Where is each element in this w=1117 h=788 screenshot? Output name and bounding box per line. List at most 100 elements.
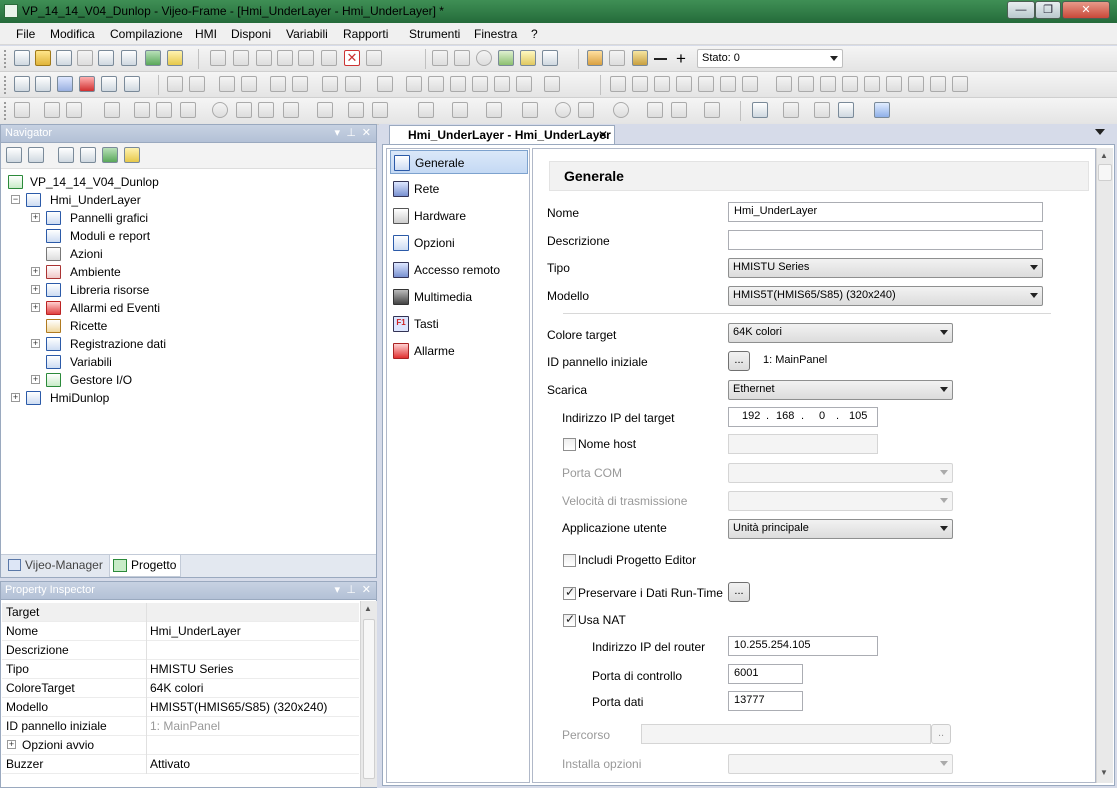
installa-dropdown[interactable] xyxy=(728,754,953,774)
inspector-row[interactable]: Nome Hmi_UnderLayer xyxy=(2,622,359,641)
copy-icon[interactable] xyxy=(277,50,293,66)
scroll-down-icon[interactable]: ▼ xyxy=(1100,768,1108,777)
scroll-up-icon[interactable]: ▲ xyxy=(364,604,372,613)
collapse-icon[interactable]: − xyxy=(11,195,20,204)
inspector-row[interactable]: Tipo HMISTU Series xyxy=(2,660,359,679)
align-icon[interactable] xyxy=(377,76,393,92)
size-width-icon[interactable] xyxy=(610,76,626,92)
menu-hmi[interactable]: HMI xyxy=(195,27,217,41)
maximize-button[interactable]: ❐ xyxy=(1035,1,1061,19)
ip-target-input[interactable]: 192 . 168 . 0 . 105 xyxy=(728,407,878,427)
order9-icon[interactable] xyxy=(952,76,968,92)
alarm-display-icon[interactable] xyxy=(671,102,687,118)
scroll-thumb[interactable] xyxy=(363,619,375,779)
forward-arrow-icon[interactable] xyxy=(454,50,470,66)
menu-strumenti[interactable]: Strumenti xyxy=(409,27,460,41)
form-scrollbar[interactable]: ▲ ▼ xyxy=(1096,148,1113,783)
round-icon[interactable] xyxy=(613,102,629,118)
send-back-icon[interactable] xyxy=(189,76,205,92)
center-h-icon[interactable] xyxy=(720,76,736,92)
idpannello-browse-button[interactable]: ... xyxy=(728,351,750,371)
category-tasti[interactable]: F1 Tasti xyxy=(390,312,528,336)
portacom-dropdown[interactable] xyxy=(728,463,953,483)
property-value[interactable]: 1: MainPanel xyxy=(150,717,220,735)
toolbar-grip[interactable] xyxy=(4,102,8,120)
expand-icon[interactable]: + xyxy=(31,213,40,222)
expand-icon[interactable]: + xyxy=(31,375,40,384)
category-generale[interactable]: Generale xyxy=(390,150,528,174)
arc-icon[interactable] xyxy=(236,102,252,118)
lock-icon[interactable] xyxy=(632,50,648,66)
menu-variabili[interactable]: Variabili xyxy=(286,27,328,41)
panel-close-icon[interactable]: ✕ xyxy=(362,126,371,139)
group-icon[interactable] xyxy=(219,76,235,92)
order4-icon[interactable] xyxy=(842,76,858,92)
refresh-icon[interactable] xyxy=(498,50,514,66)
align-right-icon[interactable] xyxy=(450,76,466,92)
undo-icon[interactable] xyxy=(210,50,226,66)
grid-toggle-icon[interactable] xyxy=(874,102,890,118)
align-center-icon[interactable] xyxy=(428,76,444,92)
cut-icon[interactable] xyxy=(256,50,272,66)
property-value[interactable]: Hmi_UnderLayer xyxy=(150,622,241,640)
delete-icon[interactable]: ✕ xyxy=(344,50,360,66)
display-icon[interactable] xyxy=(101,76,117,92)
menu-disponi[interactable]: Disponi xyxy=(231,27,271,41)
scarica-dropdown[interactable]: Ethernet xyxy=(728,380,953,400)
bring-front-icon[interactable] xyxy=(167,76,183,92)
scroll-up-icon[interactable]: ▲ xyxy=(1100,151,1108,160)
align-left-icon[interactable] xyxy=(406,76,422,92)
expand-icon[interactable]: + xyxy=(31,339,40,348)
nav-compile-icon[interactable] xyxy=(80,147,96,163)
menu-compilazione[interactable]: Compilazione xyxy=(110,27,183,41)
print-icon[interactable] xyxy=(77,50,93,66)
freeform-icon[interactable] xyxy=(156,102,172,118)
property-value[interactable]: HMIS5T(HMIS65/S85) (320x240) xyxy=(150,698,327,716)
dati-input[interactable]: 13777 xyxy=(728,691,803,711)
space-v-icon[interactable] xyxy=(698,76,714,92)
page-icon[interactable] xyxy=(542,50,558,66)
panel-menu-icon[interactable]: ▾ xyxy=(334,126,340,139)
preservare-settings-button[interactable]: ... xyxy=(728,582,750,602)
menu-modifica[interactable]: Modifica xyxy=(50,27,95,41)
expand-icon[interactable]: + xyxy=(7,740,16,749)
order8-icon[interactable] xyxy=(930,76,946,92)
open-folder-icon[interactable] xyxy=(35,50,51,66)
menu-finestra[interactable]: Finestra xyxy=(474,27,517,41)
order7-icon[interactable] xyxy=(908,76,924,92)
snap-icon[interactable] xyxy=(322,76,338,92)
find-icon[interactable] xyxy=(366,50,382,66)
expand-icon[interactable]: + xyxy=(11,393,20,402)
rotate-icon[interactable] xyxy=(292,76,308,92)
inspector-row[interactable]: ID pannello iniziale 1: MainPanel xyxy=(2,717,359,736)
zoom-icon[interactable] xyxy=(57,76,73,92)
nomehost-input[interactable] xyxy=(728,434,878,454)
preservare-checkbox[interactable] xyxy=(563,585,576,600)
inspector-row[interactable]: Descrizione xyxy=(2,641,359,660)
search-object-icon[interactable] xyxy=(783,102,799,118)
order3-icon[interactable] xyxy=(820,76,836,92)
category-accesso-remoto[interactable]: Accesso remoto xyxy=(390,258,528,282)
tipo-dropdown[interactable]: HMISTU Series xyxy=(728,258,1043,278)
expand-icon[interactable]: + xyxy=(31,303,40,312)
align-middle-icon[interactable] xyxy=(494,76,510,92)
nome-input[interactable]: Hmi_UnderLayer xyxy=(728,202,1043,222)
tab-progetto[interactable]: Progetto xyxy=(109,555,181,577)
applicazione-dropdown[interactable]: Unità principale xyxy=(728,519,953,539)
minimize-button[interactable]: — xyxy=(1007,1,1035,19)
inspector-scrollbar[interactable]: ▲ xyxy=(360,601,377,787)
modello-dropdown[interactable]: HMIS5T(HMIS65/S85) (320x240) xyxy=(728,286,1043,306)
size-height-icon[interactable] xyxy=(632,76,648,92)
dot-icon[interactable] xyxy=(44,102,60,118)
menu-file[interactable]: File xyxy=(16,27,35,41)
polygon-icon[interactable] xyxy=(283,102,299,118)
home-icon[interactable] xyxy=(520,50,536,66)
ip-octet-4[interactable]: 105 xyxy=(849,410,867,422)
state-dropdown[interactable]: Stato: 0 xyxy=(697,49,843,68)
router-ip-input[interactable]: 10.255.254.105 xyxy=(728,636,878,656)
category-allarme[interactable]: Allarme xyxy=(390,339,528,363)
order5-icon[interactable] xyxy=(864,76,880,92)
align-top-icon[interactable] xyxy=(472,76,488,92)
descrizione-input[interactable] xyxy=(728,230,1043,250)
equipment-icon[interactable] xyxy=(752,102,768,118)
